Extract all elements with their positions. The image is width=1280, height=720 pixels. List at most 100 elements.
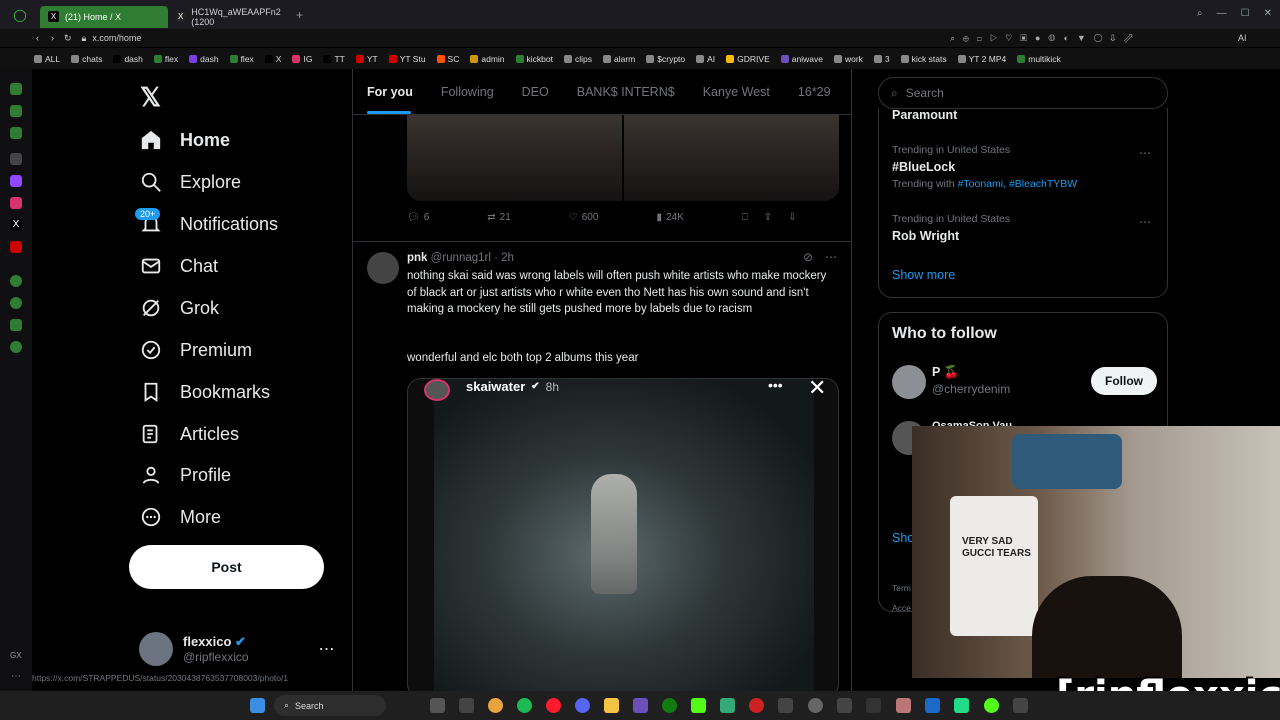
nav-home[interactable]: Home <box>140 120 230 160</box>
like-button[interactable]: ♡ 600 <box>569 212 599 223</box>
opera-logo-icon[interactable]: ◯ <box>0 8 40 22</box>
download-icon[interactable]: ⇩ <box>788 212 796 223</box>
bookmark-item[interactable]: alarm <box>603 54 635 64</box>
bookmark-item[interactable]: AI <box>696 54 715 64</box>
tab-home-x[interactable]: X (21) Home / X <box>40 5 168 28</box>
twitch-icon[interactable] <box>10 175 22 187</box>
start-icon[interactable] <box>250 698 265 713</box>
bookmark-item[interactable]: 3 <box>873 54 890 64</box>
app-icon[interactable] <box>984 698 999 713</box>
app-icon[interactable] <box>896 698 911 713</box>
app-icon[interactable] <box>866 698 881 713</box>
extension-icons[interactable]: ⌕⊕◻▷♡▣●◍◐▼◯⇩⇗ <box>950 33 1140 44</box>
media-image[interactable] <box>624 115 839 201</box>
bookmark-item[interactable]: kick stats <box>900 54 947 64</box>
app-icon[interactable] <box>837 698 852 713</box>
suggested-user-name[interactable]: P 🍒 <box>932 365 959 380</box>
bookmark-item[interactable]: multikick <box>1017 54 1061 64</box>
nav-explore[interactable]: Explore <box>140 162 241 202</box>
sidebar-app-icon[interactable] <box>10 83 22 95</box>
more-options-icon[interactable]: ⋯ <box>825 250 837 264</box>
bookmark-item[interactable]: YT <box>355 54 378 64</box>
nav-articles[interactable]: Articles <box>140 414 239 454</box>
spotify-icon[interactable] <box>517 698 532 713</box>
url-field[interactable]: x.com/home <box>92 33 141 43</box>
tweet-media[interactable]: skaiwater ✔︎ 8h ••• ✕ <box>407 378 839 691</box>
settings-icon[interactable] <box>10 341 22 353</box>
bookmark-item[interactable]: aniwave <box>780 54 823 64</box>
accessibility-link[interactable]: Acce <box>892 598 911 618</box>
app-icon[interactable] <box>749 698 764 713</box>
show-more-link[interactable]: Show more <box>892 268 955 282</box>
trend-item[interactable]: Paramount <box>892 108 957 122</box>
nav-grok[interactable]: Grok <box>140 288 219 328</box>
trend-item[interactable]: Trending in United States #BlueLock Tren… <box>892 144 1077 190</box>
account-switcher[interactable]: flexxico ✔︎ @ripflexxico ⋯ <box>139 632 335 666</box>
grok-icon[interactable]: ⊘ <box>803 250 813 264</box>
minimize-icon[interactable]: — <box>1217 8 1227 19</box>
history-icon[interactable] <box>10 297 22 309</box>
bookmark-item[interactable]: GDRIVE <box>726 54 770 64</box>
bookmark-item[interactable]: X <box>264 54 281 64</box>
previous-tweet-media[interactable] <box>407 115 839 201</box>
taskbar-search[interactable]: ⌕ Search <box>274 695 386 716</box>
bookmark-item[interactable]: flex <box>153 54 178 64</box>
chatgpt-icon[interactable] <box>808 698 823 713</box>
bookmark-item[interactable]: clips <box>563 54 592 64</box>
bookmark-item[interactable]: YT 2 MP4 <box>957 54 1006 64</box>
tweet-time[interactable]: · 2h <box>494 252 514 264</box>
tab-kanye-west[interactable]: Kanye West <box>689 69 784 114</box>
xbox-icon[interactable] <box>662 698 677 713</box>
bookmark-item[interactable]: admin <box>470 54 505 64</box>
bookmark-item[interactable]: ALL <box>34 54 60 64</box>
search-input[interactable]: ⌕ Search <box>878 77 1168 109</box>
share-icon[interactable]: ⇪ <box>764 212 772 223</box>
bookmark-item[interactable]: dash <box>113 54 143 64</box>
sidebar-app-icon[interactable] <box>10 275 22 287</box>
sidebar-more-icon[interactable]: ⋯ <box>11 671 21 682</box>
app-icon[interactable] <box>633 698 648 713</box>
bookmark-item[interactable]: YT Stu <box>388 54 426 64</box>
app-icon[interactable] <box>720 698 735 713</box>
sidebar-app-icon[interactable] <box>10 127 22 139</box>
trend-item[interactable]: Trending in United States Rob Wright <box>892 213 1010 243</box>
maximize-icon[interactable]: ☐ <box>1241 8 1250 19</box>
sidebar-app-icon[interactable] <box>10 105 22 117</box>
discord-icon[interactable] <box>575 698 590 713</box>
show-more-link[interactable]: Sho <box>892 531 914 545</box>
tab-for-you[interactable]: For you <box>353 69 427 114</box>
kick-icon[interactable] <box>691 698 706 713</box>
search-tabs-icon[interactable]: ⌕ <box>1197 8 1203 19</box>
x-icon[interactable]: X <box>10 219 22 231</box>
bookmark-item[interactable]: TT <box>323 54 345 64</box>
nav-notifications[interactable]: Notifications <box>140 204 278 244</box>
tab-following[interactable]: Following <box>427 69 508 114</box>
forward-icon[interactable]: › <box>51 33 54 43</box>
trend-more-icon[interactable]: ⋯ <box>1139 146 1151 160</box>
tweet-author-handle[interactable]: @runnag1rl <box>431 252 491 264</box>
bookmark-item[interactable]: IG <box>292 54 312 64</box>
extensions-icon[interactable] <box>10 319 22 331</box>
suggested-user-handle[interactable]: @cherrydenim <box>932 382 1010 396</box>
nav-premium[interactable]: Premium <box>140 330 252 370</box>
tab-image[interactable]: X HC1Wq_aWEAAPFn2 (1200 <box>168 6 296 28</box>
opera-gx-icon[interactable] <box>546 698 561 713</box>
bookmark-item[interactable]: $crypto <box>646 54 685 64</box>
avatar[interactable] <box>367 252 399 284</box>
task-view-icon[interactable] <box>430 698 445 713</box>
bookmark-item[interactable]: kickbot <box>515 54 553 64</box>
close-window-icon[interactable]: ✕ <box>1264 8 1272 19</box>
post-button[interactable]: Post <box>129 545 324 589</box>
bookmark-item[interactable]: work <box>833 54 863 64</box>
tweet-author-name[interactable]: pnk <box>407 252 427 264</box>
bookmark-item[interactable]: dash <box>189 54 219 64</box>
account-more-icon[interactable]: ⋯ <box>319 639 335 659</box>
x-logo-icon[interactable]: 𝕏 <box>140 82 161 113</box>
tab-banks-interns[interactable]: BANK$ INTERN$ <box>563 69 689 114</box>
follow-button[interactable]: Follow <box>1091 367 1157 395</box>
gx-icon[interactable]: GX <box>10 651 22 660</box>
chrome-icon[interactable] <box>488 698 503 713</box>
instagram-icon[interactable] <box>10 197 22 209</box>
steam-icon[interactable] <box>925 698 940 713</box>
terms-link[interactable]: Term <box>892 578 911 598</box>
